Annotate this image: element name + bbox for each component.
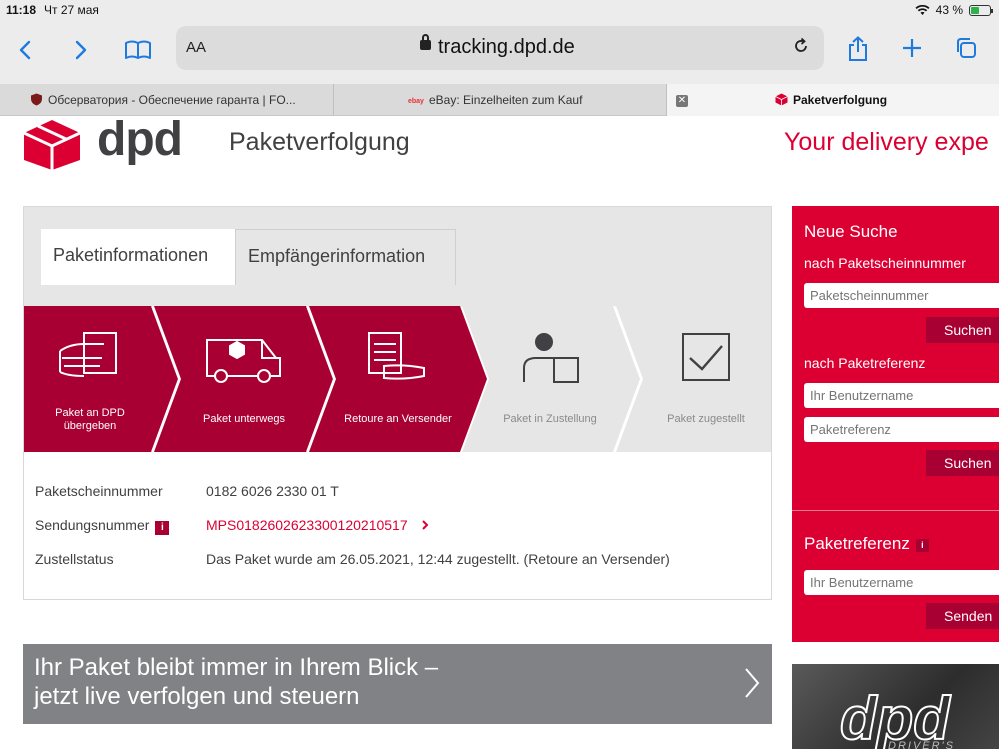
tab-separator <box>333 84 334 116</box>
sidebar-divider <box>792 510 999 511</box>
reference-input[interactable] <box>804 417 999 442</box>
info-icon[interactable]: i <box>155 521 170 535</box>
tab-label: Paketverfolgung <box>793 93 888 107</box>
live-tracking-banner[interactable]: Ihr Paket bleibt immer in Ihrem Blick – … <box>23 644 772 724</box>
back-button[interactable] <box>12 36 40 64</box>
status-time: 11:18 <box>6 3 37 17</box>
status-date: Чт 27 мая <box>44 3 99 17</box>
info-icon[interactable]: i <box>915 539 929 552</box>
reference-heading-text: Paketreferenz <box>804 534 910 553</box>
search-button[interactable]: Suchen <box>926 317 999 343</box>
parcel-number-input[interactable] <box>804 283 999 308</box>
book-icon <box>125 40 151 59</box>
share-button[interactable] <box>846 36 870 67</box>
plus-icon <box>903 39 921 57</box>
banner-line-1: Ihr Paket bleibt immer in Ihrem Blick – <box>34 654 439 681</box>
dpd-driver-promo[interactable]: dpd DRIVER'S <box>792 664 999 749</box>
tagline: Your delivery expe <box>784 128 989 156</box>
reference-heading: Paketreferenz i <box>804 534 929 554</box>
bookmarks-button[interactable] <box>122 36 154 64</box>
dpd-logo[interactable] <box>22 116 82 175</box>
page-title: Paketverfolgung <box>229 128 410 156</box>
chevron-right-icon <box>745 668 760 698</box>
search-by-parcel-label: nach Paketscheinnummer <box>804 255 966 271</box>
dpd-logo-text: dpd <box>97 113 183 166</box>
search-by-reference-label: nach Paketreferenz <box>804 355 926 371</box>
new-tab-button[interactable] <box>900 36 924 65</box>
new-search-heading: Neue Suche <box>804 222 898 241</box>
url-text[interactable]: tracking.dpd.de <box>438 36 575 59</box>
reload-icon <box>795 37 807 52</box>
step-label-in-transit: Paket unterwegs <box>203 413 285 425</box>
dpd-cube-icon <box>23 120 81 170</box>
tracking-panel: Paketinformationen Empfängerinformation <box>23 206 772 600</box>
lock-icon <box>420 34 431 50</box>
promo-subtitle: DRIVER'S <box>888 740 955 749</box>
delivery-status-label: Zustellstatus <box>35 551 114 567</box>
shipment-number-row: Sendungsnummer i <box>35 517 170 535</box>
battery-icon <box>969 4 993 16</box>
banner-line-2: jetzt live verfolgen und steuern <box>34 683 360 710</box>
shield-icon <box>31 93 42 106</box>
shipment-number[interactable]: MPS0182602623300120210517 <box>206 517 408 533</box>
step-label-out-for-delivery: Paket in Zustellung <box>503 413 597 425</box>
tab-ebay[interactable]: ebay eBay: Einzelheiten zum Kauf <box>408 84 658 116</box>
shipment-number-label: Sendungsnummer <box>35 517 150 533</box>
username-input-2[interactable] <box>804 570 999 595</box>
step-label-return: Retoure an Versender <box>344 413 452 425</box>
wifi-icon <box>915 4 930 15</box>
tab-paketverfolgung[interactable]: Paketverfolgung <box>667 84 999 116</box>
battery-percent: 43 % <box>935 3 963 17</box>
step-out-for-delivery <box>462 306 643 452</box>
text-size-button[interactable]: AA <box>186 39 206 56</box>
send-button[interactable]: Senden <box>926 603 999 629</box>
username-input[interactable] <box>804 383 999 408</box>
step-in-transit <box>154 306 336 452</box>
parcel-number: 0182 6026 2330 01 T <box>206 483 339 499</box>
parcel-number-label: Paketscheinnummer <box>35 483 163 499</box>
address-bar[interactable]: AA tracking.dpd.de <box>176 26 824 70</box>
chevron-right-icon <box>75 40 87 60</box>
tab-label: Обсерватория - Обеспечение гаранта | FO.… <box>48 93 296 107</box>
tab-paketinformationen[interactable]: Paketinformationen <box>41 229 235 285</box>
tabs-icon <box>957 38 976 58</box>
dpd-cube-icon <box>775 93 788 106</box>
step-label-handed-over: Paket an DPD übergeben <box>55 407 125 432</box>
status-bar: 11:18 Чт 27 мая 43 % <box>0 0 999 20</box>
reload-button[interactable] <box>792 37 810 60</box>
shipment-number-link[interactable]: MPS0182602623300120210517 <box>206 517 430 533</box>
search-sidebar: Neue Suche nach Paketscheinnummer Suchen… <box>792 206 999 642</box>
ebay-favicon: ebay <box>408 98 424 105</box>
tab-empfaengerinformation[interactable]: Empfängerinformation <box>235 229 456 285</box>
forward-button[interactable] <box>66 36 94 64</box>
delivery-status: Das Paket wurde am 26.05.2021, 12:44 zug… <box>206 551 670 567</box>
tab-label: eBay: Einzelheiten zum Kauf <box>429 93 583 107</box>
tracking-tabs: Paketinformationen Empfängerinformation <box>24 207 771 307</box>
close-tab-button[interactable]: ✕ <box>676 95 688 107</box>
step-label-delivered: Paket zugestellt <box>667 413 745 425</box>
tabs-overview-button[interactable] <box>954 36 978 65</box>
chevron-right-icon <box>421 520 428 530</box>
status-right: 43 % <box>915 3 993 17</box>
browser-toolbar: AA tracking.dpd.de <box>0 20 999 84</box>
chevron-left-icon <box>19 40 31 60</box>
share-icon <box>849 36 867 61</box>
search-reference-button[interactable]: Suchen <box>926 450 999 476</box>
